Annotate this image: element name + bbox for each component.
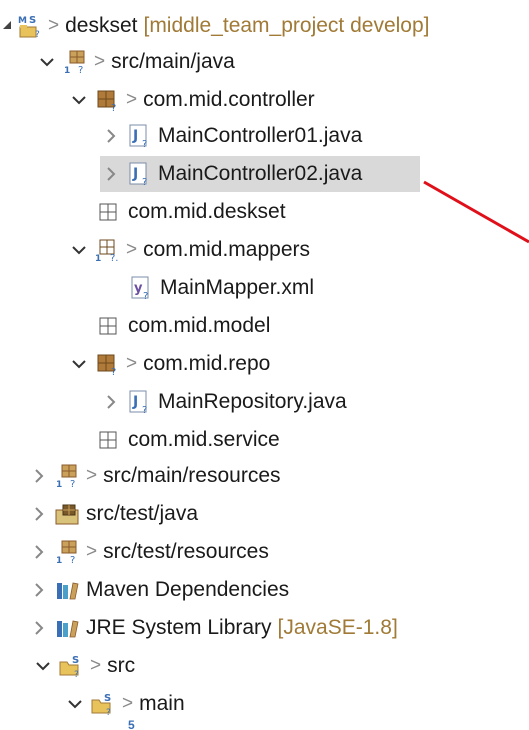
annotation-arrow [423, 180, 529, 244]
project-explorer-tree: M S ? > deskset [middle_team_project dev… [0, 0, 529, 730]
